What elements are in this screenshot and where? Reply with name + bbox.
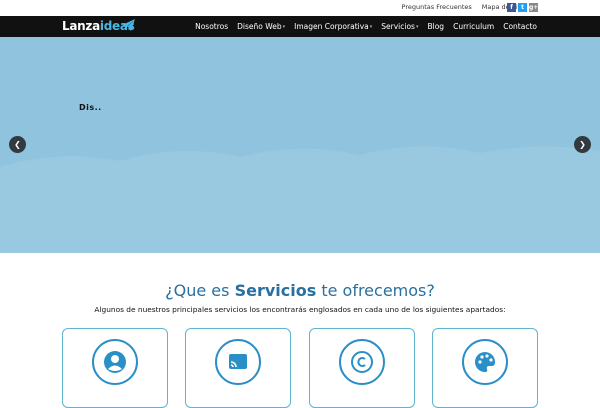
nav-item-diseno-web[interactable]: Diseño Web ▾	[237, 22, 285, 31]
slider-next-button[interactable]: ❯	[574, 136, 591, 153]
service-card[interactable]	[432, 328, 538, 408]
nav-label: Imagen Corporativa	[294, 22, 369, 31]
icon-circle	[462, 339, 508, 385]
nav-item-nosotros[interactable]: Nosotros	[195, 22, 228, 31]
icon-circle	[339, 339, 385, 385]
nav-item-servicios[interactable]: Servicios ▾	[381, 22, 418, 31]
service-card[interactable]	[185, 328, 291, 408]
services-subtitle: Algunos de nuestros principales servicio…	[94, 305, 506, 314]
googleplus-icon[interactable]: g+	[529, 3, 538, 12]
services-title-bold: Servicios	[234, 281, 317, 300]
hero-slider: Dis.. ❮ ❯	[0, 37, 600, 253]
nav-item-curriculum[interactable]: Curriculum	[453, 22, 494, 31]
cloud-background	[0, 146, 600, 253]
nav-label: Nosotros	[195, 22, 229, 31]
service-card[interactable]	[309, 328, 415, 408]
services-title-pre: ¿Que es	[165, 281, 235, 300]
hero-caption: Dis..	[79, 103, 102, 112]
nav-label: Diseño Web	[237, 22, 282, 31]
copyright-icon	[351, 351, 373, 373]
services-title-post: te ofrecemos?	[316, 281, 435, 300]
facebook-icon[interactable]: f	[507, 3, 516, 12]
paper-plane-icon	[122, 19, 135, 31]
nav-item-contacto[interactable]: Contacto	[503, 22, 537, 31]
twitter-icon[interactable]: t	[518, 3, 527, 12]
palette-icon	[475, 352, 495, 372]
nav-item-imagen-corporativa[interactable]: Imagen Corporativa ▾	[294, 22, 372, 31]
faq-link[interactable]: Preguntas Frecuentes	[402, 3, 472, 11]
icon-circle	[92, 339, 138, 385]
top-bar: Preguntas Frecuentes Mapa de Sitio f t g…	[0, 0, 600, 16]
main-navbar: Lanzaideas Nosotros Diseño Web ▾ Imagen C…	[0, 16, 600, 37]
nav-menu: Nosotros Diseño Web ▾ Imagen Corporativa ▾…	[195, 16, 537, 37]
nav-label: Curriculum	[453, 22, 495, 31]
nav-label: Blog	[427, 22, 445, 31]
logo-text-lanza: Lanza	[62, 19, 100, 33]
chevron-down-icon: ▾	[369, 23, 373, 30]
slider-prev-button[interactable]: ❮	[9, 136, 26, 153]
nav-label: Servicios	[381, 22, 415, 31]
social-links: f t g+	[507, 3, 538, 12]
nav-item-blog[interactable]: Blog	[427, 22, 444, 31]
user-icon	[104, 351, 126, 373]
chevron-down-icon: ▾	[415, 23, 419, 30]
cast-icon	[229, 354, 247, 369]
service-card[interactable]	[62, 328, 168, 408]
nav-label: Contacto	[503, 22, 537, 31]
icon-circle	[215, 339, 261, 385]
services-title: ¿Que es Servicios te ofrecemos?	[0, 281, 600, 300]
chevron-down-icon: ▾	[282, 23, 286, 30]
